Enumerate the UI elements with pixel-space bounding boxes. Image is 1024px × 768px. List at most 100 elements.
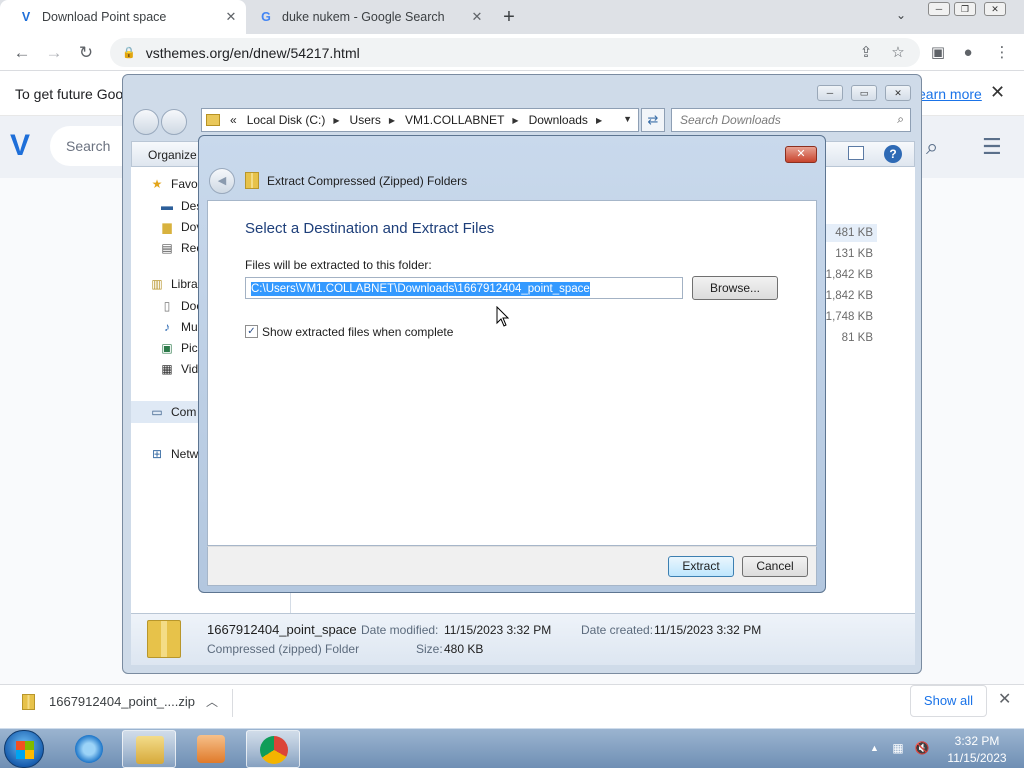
nav-recent[interactable]: ▤ Rec — [159, 241, 202, 255]
nav-pictures[interactable]: ▣ Pic — [159, 341, 197, 355]
new-tab-button[interactable]: + — [498, 6, 520, 28]
dialog-footer: Extract Cancel — [207, 546, 817, 586]
nav-videos[interactable]: ▦ Vid — [159, 362, 198, 376]
explorer-search-input[interactable]: Search Downloads ⌕ — [671, 108, 911, 132]
close-window-icon[interactable]: ✕ — [984, 2, 1006, 16]
tab-search-chevron-icon[interactable]: ⌄ — [896, 8, 906, 22]
explorer-details-pane: 1667912404_point_space Compressed (zippe… — [131, 613, 915, 665]
organize-menu[interactable]: Organize — [148, 148, 197, 162]
clock-time[interactable]: 3:32 PM — [946, 734, 1008, 748]
restore-window-icon[interactable]: ❐ — [954, 2, 976, 16]
downloads-bar-close-icon[interactable]: ✕ — [998, 689, 1011, 709]
close-tab-icon[interactable]: ✕ — [468, 9, 486, 25]
help-icon[interactable]: ? — [884, 145, 902, 163]
nav-network[interactable]: ⊞ Netw — [149, 447, 198, 461]
forward-arrow-icon[interactable]: → — [42, 41, 66, 65]
show-all-button[interactable]: Show all — [910, 685, 987, 717]
explorer-search-placeholder: Search Downloads — [680, 113, 781, 127]
reload-icon[interactable]: ↻ — [74, 41, 98, 65]
clock-date[interactable]: 11/15/2023 — [946, 751, 1008, 765]
show-extracted-files-label[interactable]: Show extracted files when complete — [262, 325, 453, 339]
breadcrumb-user-folder[interactable]: VM1.COLLABNET — [405, 113, 504, 127]
taskbar-internet-explorer[interactable] — [62, 730, 116, 768]
explorer-close-icon[interactable]: ✕ — [885, 85, 911, 101]
share-icon[interactable]: ⇪ — [856, 43, 876, 63]
breadcrumb-arrow-icon[interactable]: ▶ — [389, 116, 395, 125]
libraries-icon: ▥ — [151, 277, 163, 291]
cancel-button[interactable]: Cancel — [742, 556, 808, 577]
nav-downloads[interactable]: ▆ Dov — [159, 220, 202, 234]
start-button[interactable] — [4, 730, 44, 768]
preview-pane-icon[interactable] — [848, 146, 864, 160]
close-tab-icon[interactable]: ✕ — [222, 9, 240, 25]
file-size-cell[interactable]: 81 KB — [825, 329, 877, 347]
windows-taskbar: ▲ ▦ 🔇 3:32 PM 11/15/2023 — [0, 728, 1024, 768]
show-extracted-files-checkbox[interactable]: ✓ — [245, 325, 258, 338]
explorer-address-bar[interactable]: « Local Disk (C:) ▶ Users ▶ VM1.COLLABNE… — [201, 108, 639, 132]
menu-kebab-icon[interactable]: ⋮ — [992, 43, 1012, 63]
file-size-cell[interactable]: 1,842 KB — [825, 266, 877, 284]
breadcrumb-arrow-icon[interactable]: ▶ — [596, 116, 602, 125]
browse-button[interactable]: Browse... — [692, 276, 778, 300]
back-arrow-icon[interactable]: ← — [10, 41, 34, 65]
volume-muted-icon[interactable]: 🔇 — [914, 741, 930, 755]
download-options-chevron-icon[interactable]: ︿ — [206, 693, 218, 710]
dialog-body: Select a Destination and Extract Files F… — [207, 200, 817, 546]
side-panel-icon[interactable]: ▣ — [928, 43, 948, 63]
file-size-cell[interactable]: 481 KB — [825, 224, 877, 242]
explorer-refresh-icon[interactable]: ⇄ — [641, 108, 665, 132]
tab-download-point-space[interactable]: V Download Point space ✕ — [0, 0, 246, 34]
profile-avatar-icon[interactable]: ● — [958, 43, 978, 63]
extract-dialog: ✕ ◀ Extract Compressed (Zipped) Folders … — [198, 135, 826, 593]
breadcrumb-local-disk[interactable]: Local Disk (C:) — [247, 113, 326, 127]
site-search-input[interactable]: Search — [50, 126, 130, 166]
bookmark-star-icon[interactable]: ☆ — [888, 43, 908, 63]
download-divider — [232, 689, 233, 717]
details-modified-value: 11/15/2023 3:32 PM — [444, 623, 552, 637]
taskbar-media-player[interactable] — [184, 730, 238, 768]
zip-folder-icon — [147, 620, 181, 658]
address-dropdown-icon[interactable]: ▼ — [623, 114, 632, 124]
infobar-close-icon[interactable]: ✕ — [990, 82, 1005, 103]
breadcrumb-arrow-icon[interactable]: ▶ — [512, 116, 518, 125]
breadcrumb-downloads[interactable]: Downloads — [529, 113, 588, 127]
nav-documents[interactable]: ▯ Doc — [159, 299, 203, 313]
explorer-forward-icon[interactable] — [161, 109, 187, 135]
nav-desktop[interactable]: ▬ Des — [159, 199, 202, 213]
extract-button[interactable]: Extract — [668, 556, 734, 577]
vsthemes-logo-icon: V — [21, 10, 31, 24]
nav-music[interactable]: ♪ Mu — [159, 320, 198, 334]
file-size-cell[interactable]: 1,748 KB — [825, 308, 877, 326]
dialog-heading: Select a Destination and Extract Files — [245, 220, 495, 237]
explorer-maximize-icon[interactable]: ▭ — [851, 85, 877, 101]
download-item-name[interactable]: 1667912404_point_....zip — [49, 694, 195, 709]
tray-overflow-icon[interactable]: ▲ — [870, 743, 879, 753]
explorer-minimize-icon[interactable]: ─ — [817, 85, 843, 101]
details-created-value: 11/15/2023 3:32 PM — [654, 623, 762, 637]
breadcrumb-users[interactable]: Users — [350, 113, 381, 127]
dialog-close-icon[interactable]: ✕ — [785, 146, 817, 163]
destination-path-input[interactable]: C:\Users\VM1.COLLABNET\Downloads\1667912… — [245, 277, 683, 299]
learn-more-link[interactable]: earn more — [918, 86, 982, 102]
details-modified-label: Date modified: — [361, 623, 439, 637]
taskbar-chrome[interactable] — [246, 730, 300, 768]
site-logo-icon[interactable]: V — [10, 131, 40, 161]
downloads-folder-icon: ▆ — [162, 220, 172, 234]
network-tray-icon[interactable]: ▦ — [890, 741, 906, 755]
file-size-cell[interactable]: 131 KB — [825, 245, 877, 263]
taskbar-windows-explorer[interactable] — [122, 730, 176, 768]
google-icon: G — [261, 10, 271, 24]
breadcrumb-overflow[interactable]: « — [230, 113, 237, 127]
site-search-icon[interactable]: ⌕ — [926, 134, 938, 160]
tab-duke-nukem-search[interactable]: G duke nukem - Google Search ✕ — [246, 0, 492, 34]
site-menu-icon[interactable]: ☰ — [982, 134, 1002, 160]
breadcrumb-arrow-icon[interactable]: ▶ — [333, 116, 339, 125]
minimize-window-icon[interactable]: ─ — [928, 2, 950, 16]
dialog-back-icon[interactable]: ◀ — [209, 168, 235, 194]
explorer-back-icon[interactable] — [133, 109, 159, 135]
nav-libraries[interactable]: ▥ Libra — [149, 277, 197, 291]
nav-favorites[interactable]: ★ Favor — [149, 177, 202, 191]
file-size-cell[interactable]: 1,842 KB — [825, 287, 877, 305]
browser-tab-strip: V Download Point space ✕ G duke nukem - … — [0, 0, 1024, 34]
address-bar[interactable]: 🔒 vsthemes.org/en/dnew/54217.html — [110, 38, 920, 67]
